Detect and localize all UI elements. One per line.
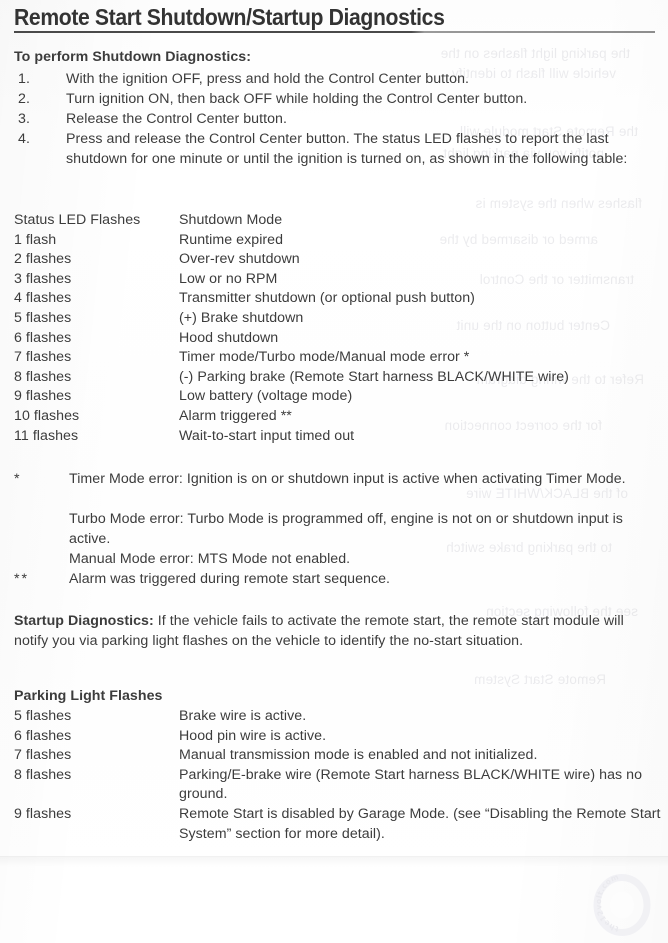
footnote-marker: * <box>14 471 22 487</box>
cell-mode: (+) Brake shutdown <box>179 309 304 326</box>
cell-flashes: 4 flashes <box>14 290 72 307</box>
table-row: 1 flash Runtime expired <box>14 231 666 251</box>
table-row: 5 flashes (+) Brake shutdown <box>14 309 666 329</box>
footnote-text: Manual Mode error: MTS Mode not enabled. <box>69 551 351 567</box>
cell-flashes: 8 flashes <box>14 368 72 385</box>
footnote-marker: ** <box>14 571 30 587</box>
cell-mode: Hood shutdown <box>179 329 279 346</box>
cell-flashes: 5 flashes <box>14 708 72 724</box>
cell-flashes: 1 flash <box>14 231 57 248</box>
table-row: 4 flashes Transmitter shutdown (or optio… <box>14 289 666 309</box>
cell-mode: Timer mode/Turbo mode/Manual mode error … <box>179 349 470 366</box>
cell-meaning: Manual transmission mode is enabled and … <box>179 747 538 764</box>
cell-flashes: 6 flashes <box>14 329 72 346</box>
cell-flashes: 7 flashes <box>14 747 72 764</box>
step-text: Press and release the Control Center but… <box>66 131 628 167</box>
table-row: 11 flashes Wait-to-start input timed out <box>14 427 666 447</box>
cell-flashes: 9 flashes <box>14 805 72 822</box>
step-number: 4. <box>18 131 30 147</box>
column-header-shutdown-mode: Shutdown Mode <box>179 212 283 228</box>
cell-meaning: Parking/E-brake wire (Remote Start harne… <box>179 766 643 803</box>
cell-meaning: Remote Start is disabled by Garage Mode.… <box>179 805 661 842</box>
parking-light-flashes-header: Parking Light Flashes <box>14 688 163 704</box>
title-underline-rule <box>14 31 655 33</box>
startup-diagnostics-paragraph: Startup Diagnostics: If the vehicle fail… <box>14 612 654 651</box>
shutdown-intro-text: To perform Shutdown Diagnostics: <box>14 49 252 65</box>
step-text: Turn ignition ON, then back OFF while ho… <box>66 91 528 107</box>
table-header-row: Status LED Flashes Shutdown Mode <box>14 211 666 231</box>
table-row: 6 flashes Hood pin wire is active. <box>14 727 666 747</box>
cell-flashes: 10 flashes <box>14 407 80 424</box>
cell-mode: Alarm triggered ** <box>179 407 292 424</box>
footnote-text: Turbo Mode error: Turbo Mode is programm… <box>69 511 623 547</box>
shutdown-mode-table: Status LED Flashes Shutdown Mode 1 flash… <box>14 211 666 446</box>
cell-flashes: 11 flashes <box>14 427 79 444</box>
step-number: 1. <box>18 71 30 87</box>
table-row: 7 flashes Timer mode/Turbo mode/Manual m… <box>14 348 666 368</box>
cell-mode: Low or no RPM <box>179 270 278 287</box>
page-content: Remote Start Shutdown/Startup Diagnostic… <box>0 0 668 943</box>
table-row: 10 flashes Alarm triggered ** <box>14 407 666 427</box>
table-row: 8 flashes Parking/E-brake wire (Remote S… <box>14 766 666 805</box>
cell-flashes: 2 flashes <box>14 251 72 268</box>
cell-mode: Low battery (voltage mode) <box>179 388 353 405</box>
column-header-status-led-flashes: Status LED Flashes <box>14 212 141 228</box>
parking-light-flashes-table: 5 flashes Brake wire is active. 6 flashe… <box>14 707 666 844</box>
page-title: Remote Start Shutdown/Startup Diagnostic… <box>14 4 445 30</box>
cell-mode: Over-rev shutdown <box>179 251 300 268</box>
table-row: 8 flashes (-) Parking brake (Remote Star… <box>14 368 666 388</box>
table-row: 9 flashes Remote Start is disabled by Ga… <box>14 805 666 844</box>
table-row: 9 flashes Low battery (voltage mode) <box>14 387 666 407</box>
cell-flashes: 7 flashes <box>14 349 72 366</box>
table-row: 5 flashes Brake wire is active. <box>14 707 666 727</box>
cell-flashes: 6 flashes <box>14 727 72 744</box>
cell-mode: Transmitter shutdown (or optional push b… <box>179 290 475 307</box>
startup-diagnostics-label: Startup Diagnostics: <box>14 613 154 629</box>
cell-meaning: Hood pin wire is active. <box>179 727 327 744</box>
step-number: 2. <box>18 91 30 107</box>
table-row: 2 flashes Over-rev shutdown <box>14 250 666 270</box>
cell-mode: (-) Parking brake (Remote Start harness … <box>179 368 569 385</box>
table-row: 3 flashes Low or no RPM <box>14 270 666 290</box>
table-row: 6 flashes Hood shutdown <box>14 329 666 349</box>
step-text: With the ignition OFF, press and hold th… <box>66 71 470 87</box>
cell-flashes: 9 flashes <box>14 388 72 405</box>
cell-flashes: 5 flashes <box>14 309 72 326</box>
cell-flashes: 8 flashes <box>14 766 72 783</box>
cell-meaning: Brake wire is active. <box>179 708 307 724</box>
table-row: 7 flashes Manual transmission mode is en… <box>14 746 666 766</box>
step-text: Release the Control Center button. <box>66 111 287 127</box>
cell-flashes: 3 flashes <box>14 270 72 287</box>
footnote-text: Timer Mode error: Ignition is on or shut… <box>69 471 626 487</box>
footnote-text: Alarm was triggered during remote start … <box>69 571 391 587</box>
page-header: Remote Start Shutdown/Startup Diagnostic… <box>14 4 658 33</box>
step-number: 3. <box>18 111 30 127</box>
cell-mode: Wait-to-start input timed out <box>179 427 355 444</box>
cell-mode: Runtime expired <box>179 231 284 248</box>
